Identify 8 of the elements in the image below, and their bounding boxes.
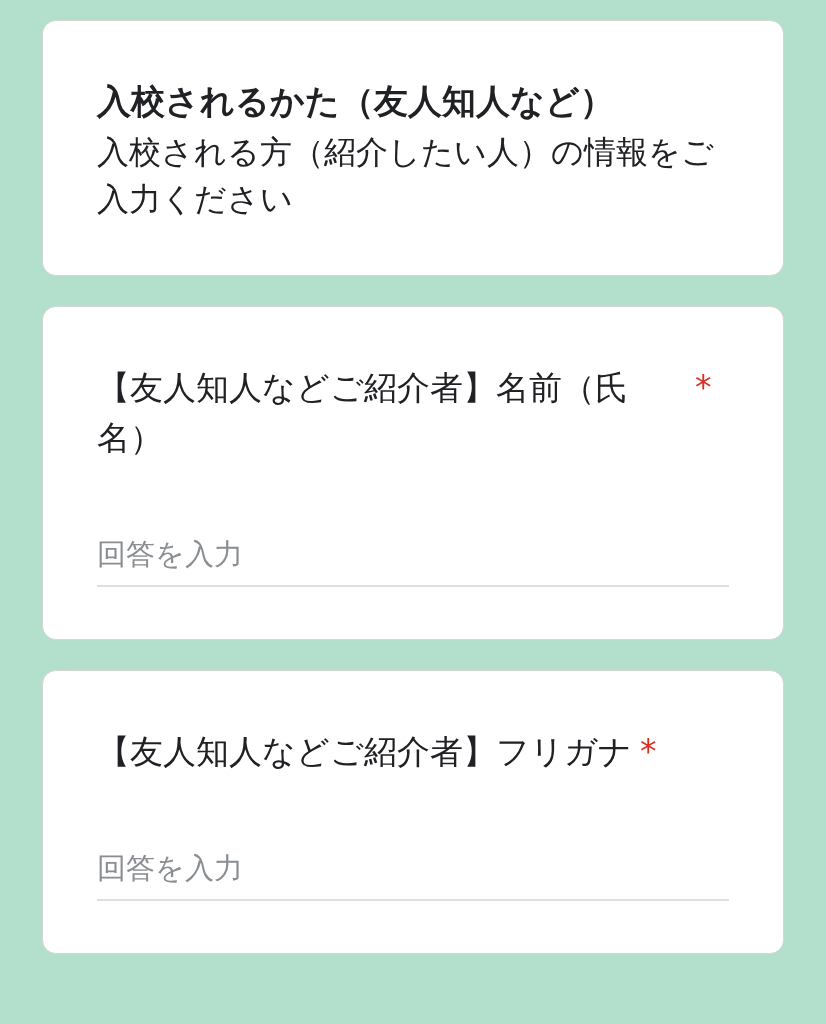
- question-label: 【友人知人などご紹介者】名前（氏名）: [97, 367, 629, 459]
- section-description: 入校される方（紹介したい人）の情報をご入力ください: [97, 132, 715, 220]
- section-title: 入校されるかた（友人知人など）: [97, 80, 615, 123]
- question-label: 【友人知人などご紹介者】フリガナ: [97, 731, 632, 773]
- required-asterisk: *: [695, 367, 712, 409]
- answer-field[interactable]: 回答を入力: [97, 533, 729, 587]
- required-asterisk: *: [640, 731, 657, 773]
- answer-field[interactable]: 回答を入力: [97, 847, 729, 901]
